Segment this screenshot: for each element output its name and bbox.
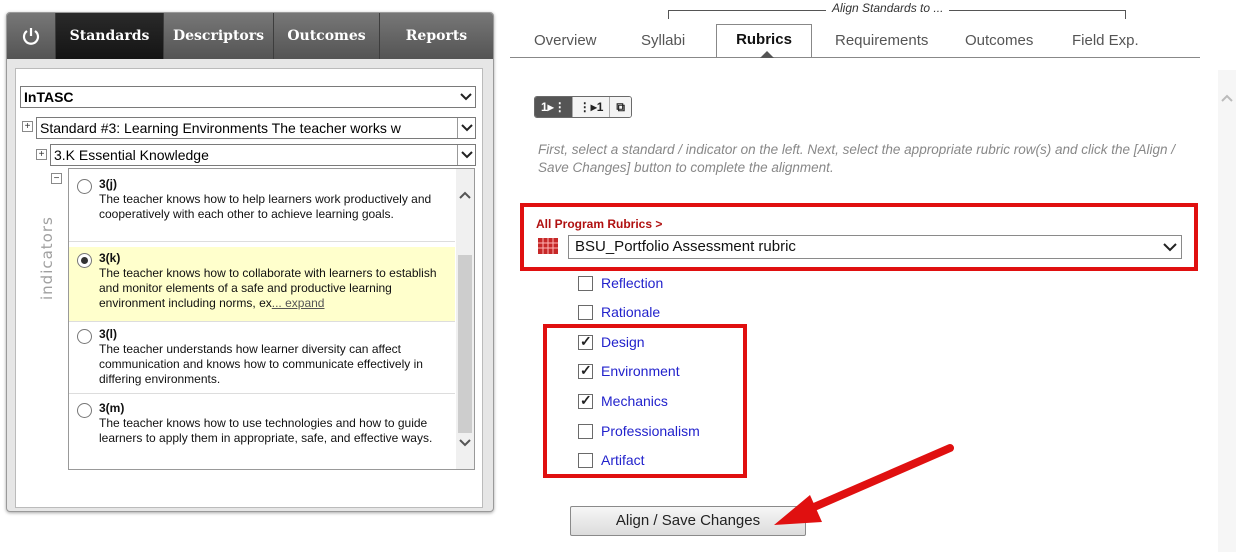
indicator-code: 3(l) [99,327,117,341]
rubric-grid-icon [538,238,558,254]
indicator-scrollbar[interactable] [456,169,474,469]
tab-requirements[interactable]: Requirements [835,26,928,58]
rubric-selector-highlight: All Program Rubrics > BSU_Portfolio Asse… [520,203,1198,271]
divider [510,57,1200,58]
criterion-label[interactable]: Reflection [601,275,663,291]
indicator-code: 3(k) [99,251,121,265]
expand-knowledge-icon[interactable]: + [36,149,47,160]
divider [668,10,669,19]
rubric-select[interactable]: BSU_Portfolio Assessment rubric [568,235,1182,259]
tab-outcomes[interactable]: Outcomes [273,13,379,59]
red-arrow-annotation [774,444,954,525]
indicator-text: The teacher knows how to collaborate wit… [99,266,437,310]
align-group-label: Align Standards to ... [826,1,950,15]
instructions-text: First, select a standard / indicator on … [538,142,1176,175]
chevron-up-icon[interactable] [1221,94,1233,102]
chevron-down-icon [457,87,475,107]
view-indicator-first-button[interactable]: ⋮▸1 [571,97,610,117]
standard-value: Standard #3: Learning Environments The t… [40,120,401,136]
chevron-down-icon[interactable] [459,439,471,447]
view-standard-first-button[interactable]: 1▸⋮ [535,97,572,117]
checked-criteria-highlight [543,324,747,478]
chevron-down-icon [1163,243,1177,252]
chevron-up-icon[interactable] [459,191,471,199]
indicator-item[interactable]: 3(l) The teacher understands how learner… [69,323,455,391]
indicator-text: The teacher understands how learner dive… [99,342,423,386]
tab-outcomes-right[interactable]: Outcomes [965,26,1033,58]
divider [69,241,455,242]
power-icon[interactable] [7,13,55,59]
standard-select[interactable]: Standard #3: Learning Environments The t… [36,117,476,139]
expand-standard-icon[interactable]: + [22,121,33,132]
tab-field-exp[interactable]: Field Exp. [1072,26,1139,58]
copy-view-button[interactable]: ⧉ [609,97,631,117]
indicator-radio[interactable] [77,179,92,194]
chevron-down-icon [457,118,475,138]
tab-overview[interactable]: Overview [534,26,597,58]
tab-descriptors[interactable]: Descriptors [163,13,273,59]
rubric-selected-value: BSU_Portfolio Assessment rubric [575,238,796,255]
view-toggle-group: 1▸⋮ ⋮▸1 ⧉ [534,96,632,118]
indicator-item[interactable]: 3(m) The teacher knows how to use techno… [69,397,455,450]
tab-standards[interactable]: Standards [55,13,163,59]
criterion-rationale[interactable]: Rationale [578,303,660,321]
criterion-checkbox[interactable] [578,275,593,291]
indicators-label: indicators [38,216,56,300]
scrollbar-thumb[interactable] [458,255,472,433]
indicator-text: The teacher knows how to help learners w… [99,192,432,221]
indicator-list: 3(j) The teacher knows how to help learn… [68,168,475,470]
divider [69,393,455,394]
chevron-down-icon [457,145,475,165]
tab-syllabi[interactable]: Syllabi [641,26,685,58]
criterion-checkbox[interactable] [578,304,593,320]
collapse-indicators-icon[interactable]: − [51,173,62,184]
framework-value: InTASC [24,89,74,105]
knowledge-value: 3.K Essential Knowledge [54,147,209,163]
indicator-code: 3(m) [99,401,125,415]
knowledge-select[interactable]: 3.K Essential Knowledge [50,144,476,166]
indicator-item-selected[interactable]: 3(k) The teacher knows how to collaborat… [69,247,455,321]
criterion-reflection[interactable]: Reflection [578,274,663,292]
expand-link[interactable]: ... expand [272,296,325,310]
indicator-radio[interactable] [77,253,92,268]
divider [1125,10,1126,19]
caret-up-icon [760,51,774,58]
indicator-radio[interactable] [77,329,92,344]
tab-reports[interactable]: Reports [379,13,493,59]
indicator-radio[interactable] [77,403,92,418]
framework-select[interactable]: InTASC [20,86,476,108]
criterion-label[interactable]: Rationale [601,304,660,320]
right-scrollbar[interactable] [1218,70,1236,552]
divider [69,321,455,322]
indicator-text: The teacher knows how to use technologie… [99,416,433,445]
all-program-rubrics-link[interactable]: All Program Rubrics > [536,217,662,231]
align-standards-group: Align Standards to ... [668,0,1126,20]
indicator-item[interactable]: 3(j) The teacher knows how to help learn… [69,173,455,226]
left-tab-bar: Standards Descriptors Outcomes Reports [7,13,493,59]
indicator-code: 3(j) [99,177,117,191]
